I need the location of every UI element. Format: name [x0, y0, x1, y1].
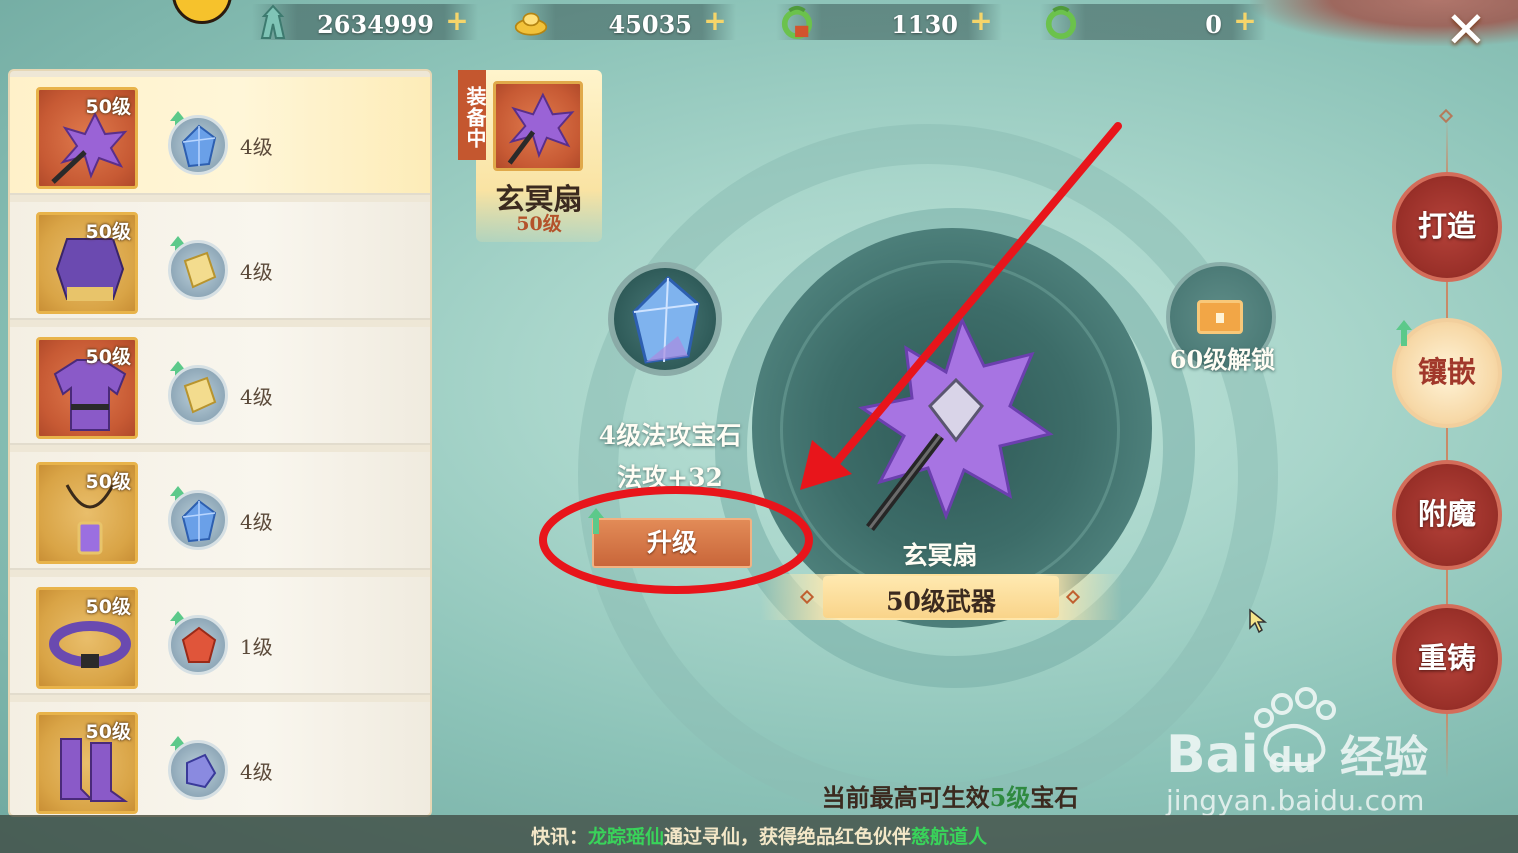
- gold-ingot-count: 45035: [608, 10, 693, 39]
- upgrade-available-icon: [1396, 320, 1412, 346]
- max-gem-suffix: 宝石: [1030, 783, 1079, 812]
- necklace-thumbnail: 50级: [36, 462, 138, 564]
- tab-forge[interactable]: 打造: [1392, 172, 1502, 282]
- equipment-level: 50级: [85, 596, 131, 618]
- equipment-list: 50级 4级 50级 4级 50级 4级 50级 4级 50级 1级 50级 4…: [8, 69, 432, 817]
- blue-crystal-icon: [632, 276, 700, 364]
- gem-level: 4级: [240, 510, 273, 534]
- equipment-row-robe[interactable]: 50级 4级: [10, 327, 430, 445]
- add-bound-jade-button[interactable]: +: [968, 7, 994, 35]
- gem-level: 4级: [240, 760, 273, 784]
- svg-text:jingyan.baidu.com: jingyan.baidu.com: [1165, 784, 1424, 816]
- currency-bar: 2634999 + 45035 + 1130 + 0 + ✕: [0, 0, 1518, 58]
- weapon-fan-image: [858, 315, 1054, 532]
- equipment-level: 50级: [85, 221, 131, 243]
- belt-thumbnail: 50级: [36, 587, 138, 689]
- gold-ingot-icon: [514, 12, 548, 36]
- gem-level: 4级: [240, 385, 273, 409]
- gem-level: 4级: [240, 260, 273, 284]
- diamond-decoration: [1438, 108, 1454, 124]
- weapon-thumbnail: 50级: [36, 87, 138, 189]
- weapon-level-type: 50级武器: [886, 587, 996, 616]
- equipped-item-level: 50级: [516, 213, 562, 235]
- gem-stat: 法攻+32: [617, 463, 723, 492]
- yellow-stone-icon: [183, 376, 217, 414]
- gem-slot: [168, 615, 228, 675]
- mouse-cursor-icon: [1249, 608, 1268, 634]
- jade-icon: [1045, 5, 1077, 39]
- gem-level: 4级: [240, 135, 273, 159]
- yellow-stone-icon: [183, 251, 217, 289]
- equipment-row-shoulder[interactable]: 50级 4级: [10, 202, 430, 320]
- currency-jade: 0 +: [1040, 4, 1266, 40]
- gem-slot: [168, 365, 228, 425]
- gem-slot: [168, 740, 228, 800]
- tower-icon: [260, 4, 286, 39]
- fan-weapon-icon: [507, 92, 575, 165]
- ticker-player-name[interactable]: 龙踪瑶仙: [588, 826, 664, 848]
- red-ruby-icon: [181, 626, 217, 663]
- equipment-row-necklace[interactable]: 50级 4级: [10, 452, 430, 570]
- gem-slot: [168, 115, 228, 175]
- ticker-prefix: 快讯：: [530, 826, 588, 848]
- close-button[interactable]: ✕: [1436, 2, 1496, 58]
- blue-crystal-icon: [181, 124, 217, 168]
- svg-text:du: du: [1268, 741, 1317, 781]
- svg-text:Bai: Bai: [1166, 725, 1259, 785]
- equipment-row-boots[interactable]: 50级 4级: [10, 702, 430, 815]
- gem-level: 1级: [240, 635, 273, 659]
- blue-oval-gem-icon: [186, 753, 217, 789]
- gem-slot-1[interactable]: [608, 262, 722, 376]
- gem-name: 4级法攻宝石: [598, 421, 742, 450]
- bound-jade-icon: [781, 5, 813, 39]
- baidu-watermark-logo: Bai du 经验 jingyan.baidu.com: [1165, 687, 1428, 816]
- tab-enchant[interactable]: 附魔: [1392, 460, 1502, 570]
- equipped-item-thumbnail: [493, 81, 583, 171]
- currency-gold-ingot: 45035 +: [510, 4, 736, 40]
- gem-slot: [168, 490, 228, 550]
- equipment-level: 50级: [85, 721, 131, 743]
- weapon-name: 玄冥扇: [902, 541, 978, 570]
- boots-thumbnail: 50级: [36, 712, 138, 814]
- shoulder-thumbnail: 50级: [36, 212, 138, 314]
- equipment-level: 50级: [85, 346, 131, 368]
- equipped-tag: 装备中: [458, 70, 487, 160]
- ticker-message: 通过寻仙，获得绝品红色伙伴: [664, 826, 912, 848]
- unlock-requirement: 60级解锁: [1169, 345, 1276, 374]
- lock-chest-icon: [1197, 300, 1243, 334]
- max-gem-prefix: 当前最高可生效: [821, 783, 990, 812]
- max-gem-level: 5级: [989, 783, 1031, 812]
- upgrade-button[interactable]: 升级: [592, 518, 752, 568]
- player-avatar[interactable]: [172, 0, 232, 24]
- news-ticker: 快讯：龙踪瑶仙通过寻仙，获得绝品红色伙伴慈航道人: [0, 815, 1518, 853]
- equipment-level: 50级: [85, 96, 131, 118]
- max-effective-gem-info: 当前最高可生效5级宝石: [760, 778, 1140, 813]
- equipment-level: 50级: [85, 471, 131, 493]
- news-ticker-text: 快讯：龙踪瑶仙通过寻仙，获得绝品红色伙伴慈航道人: [0, 822, 1518, 849]
- equipment-row-weapon[interactable]: 50级 4级: [10, 77, 430, 195]
- gem-slot: [168, 240, 228, 300]
- jade-count: 0: [1205, 10, 1222, 39]
- currency-tower: 2634999 +: [252, 4, 478, 40]
- svg-text:经验: 经验: [1340, 732, 1428, 783]
- add-tower-button[interactable]: +: [444, 7, 470, 35]
- bound-jade-count: 1130: [891, 10, 958, 39]
- equipment-row-belt[interactable]: 50级 1级: [10, 577, 430, 695]
- tower-count: 2634999: [317, 10, 434, 39]
- currency-bound-jade: 1130 +: [776, 4, 1002, 40]
- upgrade-available-icon: [588, 508, 604, 534]
- add-gold-ingot-button[interactable]: +: [702, 7, 728, 35]
- blue-crystal-icon: [181, 499, 217, 543]
- ticker-partner-name[interactable]: 慈航道人: [911, 826, 987, 848]
- robe-thumbnail: 50级: [36, 337, 138, 439]
